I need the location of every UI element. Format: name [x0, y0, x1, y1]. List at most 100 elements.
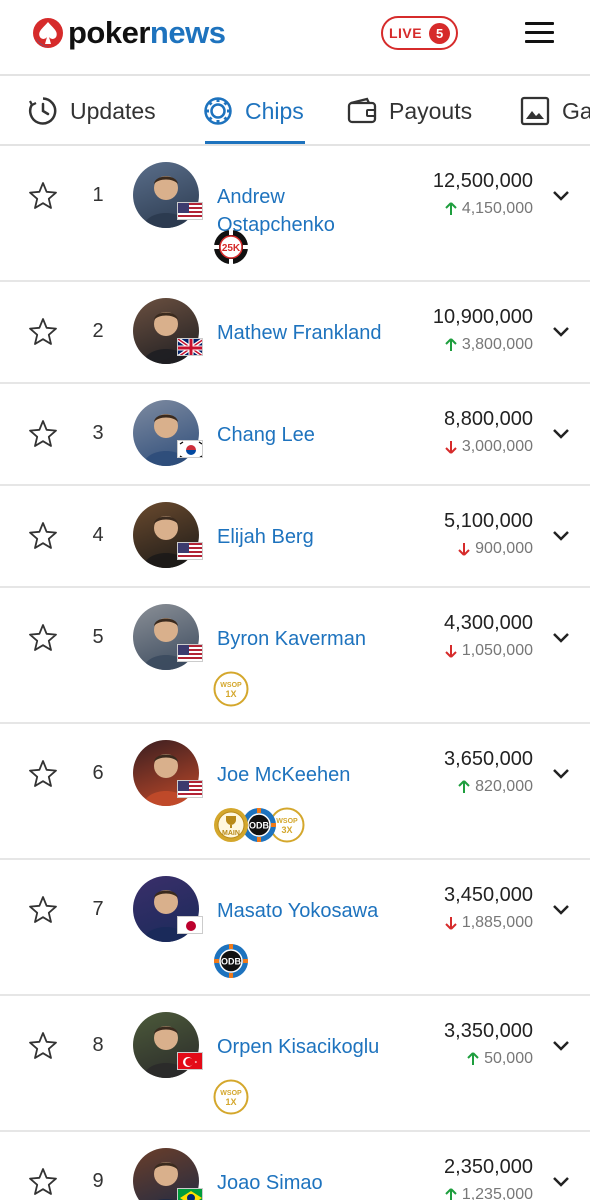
- rank-number: 9: [92, 1170, 104, 1192]
- hamburger-menu-icon[interactable]: [520, 18, 560, 48]
- chip-change-value: 1,050,000: [461, 642, 533, 659]
- rank-number: 6: [92, 762, 104, 784]
- favorite-star-icon[interactable]: [27, 316, 59, 348]
- favorite-star-icon[interactable]: [27, 520, 59, 552]
- svg-text:WSOP: WSOP: [220, 682, 242, 689]
- favorite-star-icon[interactable]: [27, 622, 59, 654]
- table-row[interactable]: 1 Andrew Ostapchenko 12,500,000 4,150,000 25…: [0, 146, 590, 282]
- favorite-star-icon[interactable]: [27, 180, 59, 212]
- tab-payouts[interactable]: Payouts: [347, 78, 472, 144]
- chip-change: 900,000: [458, 540, 533, 558]
- achievement-badges: WSOP 1X: [213, 671, 249, 707]
- table-row[interactable]: 3 Chang Lee 8,800,000 3,000,000: [0, 384, 590, 486]
- table-row[interactable]: 2 Mathew Frankland 10,900,000 3,800,000: [0, 282, 590, 384]
- spade-logo-icon: [33, 18, 63, 48]
- chip-change-value: 820,000: [475, 778, 533, 795]
- chip-change-value: 3,800,000: [461, 336, 533, 353]
- chip-change-value: 4,150,000: [461, 200, 533, 217]
- chip-change: 3,800,000: [445, 336, 533, 354]
- rank-number: 8: [92, 1034, 104, 1056]
- player-name-link[interactable]: Orpen Kisacikoglu: [217, 1033, 407, 1061]
- player-name-link[interactable]: Masato Yokosawa: [217, 897, 407, 925]
- svg-text:3X: 3X: [281, 825, 292, 835]
- tab-chips[interactable]: Chips: [203, 78, 304, 144]
- tab-label: Payouts: [389, 97, 473, 124]
- chevron-down-icon[interactable]: [551, 767, 571, 781]
- chevron-down-icon[interactable]: [551, 427, 571, 441]
- chevron-down-icon[interactable]: [551, 325, 571, 339]
- chip-change-value: 900,000: [475, 540, 533, 557]
- player-name-link[interactable]: Chang Lee: [217, 421, 407, 449]
- arrow-down-icon: [458, 543, 470, 556]
- player-name-link[interactable]: Mathew Frankland: [217, 319, 407, 347]
- pokernews-logo[interactable]: pokernews: [32, 15, 226, 51]
- badge-odb-icon: ODB: [213, 943, 249, 979]
- favorite-star-icon[interactable]: [27, 418, 59, 450]
- player-name-link[interactable]: Elijah Berg: [217, 523, 407, 551]
- favorite-star-icon[interactable]: [27, 894, 59, 926]
- chevron-down-icon[interactable]: [551, 189, 571, 203]
- achievement-badges: WSOP 1X: [213, 1079, 249, 1115]
- svg-text:25K: 25K: [222, 243, 241, 254]
- svg-text:WSOP: WSOP: [276, 818, 298, 825]
- country-flag-icon: [177, 644, 203, 662]
- chip-change: 1,050,000: [445, 642, 533, 660]
- chevron-down-icon[interactable]: [551, 903, 571, 917]
- live-label: LIVE: [388, 25, 423, 41]
- country-flag-icon: [177, 338, 203, 356]
- chevron-down-icon[interactable]: [551, 1175, 571, 1189]
- chip-change: 820,000: [458, 778, 533, 796]
- brand-wordmark: pokernews: [68, 15, 226, 51]
- rank-number: 1: [92, 184, 104, 206]
- brand-part-news: news: [149, 15, 226, 50]
- chevron-down-icon[interactable]: [551, 631, 571, 645]
- arrow-down-icon: [445, 441, 457, 454]
- tab-updates[interactable]: Updates: [28, 78, 156, 144]
- chip-count: 10,900,000: [432, 306, 533, 328]
- country-flag-icon: [177, 202, 203, 220]
- country-flag-icon: [177, 916, 203, 934]
- chip-count: 3,650,000: [444, 748, 533, 770]
- svg-text:1X: 1X: [225, 1097, 236, 1107]
- table-row[interactable]: 9 Joao Simao 2,350,000 1,235,000: [0, 1132, 590, 1200]
- player-name-link[interactable]: Joe McKeehen: [217, 761, 407, 789]
- svg-text:1X: 1X: [225, 689, 236, 699]
- badge-main-event-icon: MAIN: [213, 807, 249, 843]
- favorite-star-icon[interactable]: [27, 758, 59, 790]
- brand-part-poker: poker: [68, 15, 150, 50]
- tab-label: Ga: [562, 97, 590, 124]
- arrow-down-icon: [445, 645, 457, 658]
- table-row[interactable]: 4 Elijah Berg 5,100,000 900,000: [0, 486, 590, 588]
- svg-text:ODB: ODB: [249, 821, 270, 831]
- chevron-down-icon[interactable]: [551, 1039, 571, 1053]
- chip-change-value: 3,000,000: [461, 438, 533, 455]
- table-row[interactable]: 7 Masato Yokosawa 3,450,000 1,885,000 ODB: [0, 860, 590, 996]
- chip-count: 3,450,000: [444, 884, 533, 906]
- achievement-badges: ODB: [213, 943, 248, 979]
- table-row[interactable]: 5 Byron Kaverman 4,300,000 1,050,000 WSOP 1X: [0, 588, 590, 724]
- chip-change-value: 50,000: [484, 1050, 533, 1067]
- live-button[interactable]: LIVE 5: [381, 16, 458, 50]
- favorite-star-icon[interactable]: [27, 1166, 59, 1198]
- arrow-up-icon: [445, 338, 457, 351]
- badge-wsop-bracelet-icon: WSOP 1X: [213, 1079, 249, 1115]
- player-name-link[interactable]: Byron Kaverman: [217, 625, 407, 653]
- tab-gallery[interactable]: Ga: [520, 78, 590, 144]
- favorite-star-icon[interactable]: [27, 1030, 59, 1062]
- table-row[interactable]: 6 Joe McKeehen 3,650,000 820,000 MAIN ODB WSOP…: [0, 724, 590, 860]
- tab-bar: Updates Chips Payouts Ga: [0, 78, 590, 146]
- wallet-icon: [347, 97, 377, 125]
- badge-wsop-bracelet-icon: WSOP 1X: [213, 671, 249, 707]
- player-name-link[interactable]: Joao Simao: [217, 1169, 407, 1197]
- chip-count: 12,500,000: [432, 170, 533, 192]
- poker-chip-icon: [203, 96, 233, 126]
- country-flag-icon: [177, 542, 203, 560]
- svg-text:WSOP: WSOP: [220, 1090, 242, 1097]
- chip-change: 50,000: [467, 1050, 533, 1068]
- chevron-down-icon[interactable]: [551, 529, 571, 543]
- site-header: pokernews LIVE 5: [0, 0, 590, 76]
- badge-25k-icon: 25K: [213, 229, 249, 265]
- rank-number: 3: [92, 422, 104, 444]
- table-row[interactable]: 8 Orpen Kisacikoglu 3,350,000 50,000 WSOP 1X: [0, 996, 590, 1132]
- arrow-up-icon: [458, 780, 470, 793]
